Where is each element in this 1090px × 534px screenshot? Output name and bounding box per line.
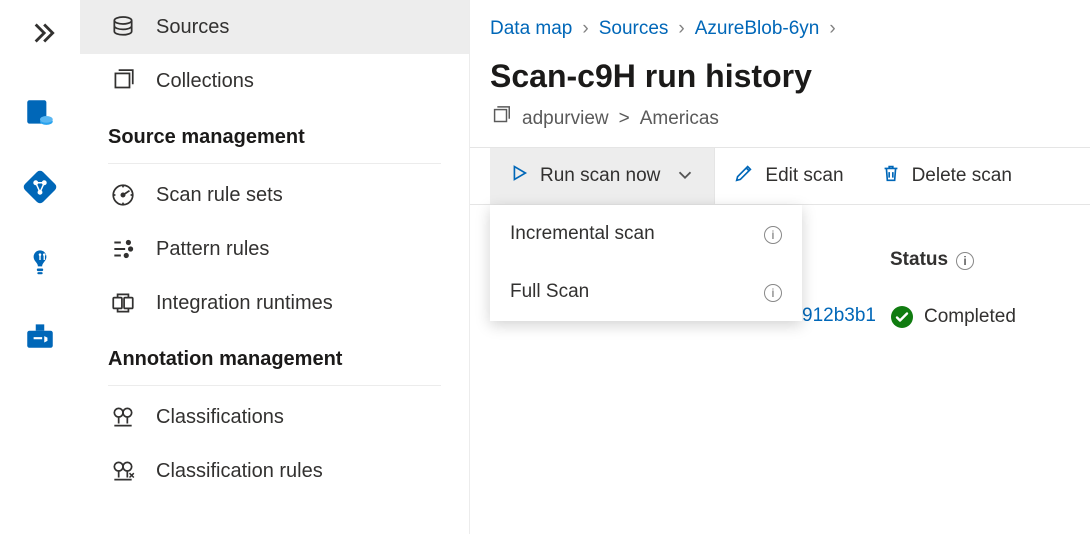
info-icon[interactable]: i: [764, 223, 782, 245]
sidebar-item-classification-rules[interactable]: Classification rules: [80, 444, 469, 498]
sidebar-label: Classifications: [156, 406, 284, 429]
menu-label: Full Scan: [510, 281, 589, 303]
sidebar-label: Classification rules: [156, 460, 323, 483]
sidebar-item-collections[interactable]: Collections: [80, 54, 469, 108]
sidebar-item-scan-rule-sets[interactable]: Scan rule sets: [80, 168, 469, 222]
play-icon: [508, 162, 530, 190]
status-cell: Completed: [890, 305, 1016, 329]
sidebar-item-classifications[interactable]: Classifications: [80, 390, 469, 444]
toolbar: Run scan now Edit scan Delete scan: [470, 147, 1090, 205]
trash-icon: [880, 162, 902, 190]
rail-map-icon[interactable]: [16, 163, 64, 211]
collections-icon: [490, 105, 512, 133]
sidebar-label: Pattern rules: [156, 238, 269, 261]
sidebar-label: Sources: [156, 16, 229, 39]
edit-scan-button[interactable]: Edit scan: [715, 148, 861, 204]
run-scan-menu: Incremental scan i Full Scan i: [490, 205, 802, 321]
page-title: Scan-c9H run history: [470, 48, 1090, 99]
breadcrumb-sources[interactable]: Sources: [599, 18, 669, 40]
sidebar-item-sources[interactable]: Sources: [80, 0, 469, 54]
rail-insights-icon[interactable]: [16, 237, 64, 285]
classifications-icon: [108, 404, 138, 430]
breadcrumb-data-map[interactable]: Data map: [490, 18, 572, 40]
main-panel: Data map › Sources › AzureBlob-6yn › Sca…: [470, 0, 1090, 534]
sidebar-item-integration-runtimes[interactable]: Integration runtimes: [80, 276, 469, 330]
chevron-right-icon: ›: [829, 18, 835, 40]
collection-path: adpurview > Americas: [470, 99, 1090, 147]
sidebar-section-annotation-management: Annotation management: [80, 330, 469, 381]
expand-rail-icon[interactable]: [30, 16, 64, 55]
left-rail: [0, 0, 80, 534]
scan-icon: [108, 182, 138, 208]
sidebar: Sources Collections Source management Sc…: [80, 0, 470, 534]
sidebar-label: Integration runtimes: [156, 292, 333, 315]
status-value: Completed: [924, 306, 1016, 328]
chevron-down-icon: [674, 164, 696, 189]
button-label: Edit scan: [765, 165, 843, 187]
menu-label: Incremental scan: [510, 223, 655, 245]
check-circle-icon: [890, 305, 914, 329]
menu-item-incremental-scan[interactable]: Incremental scan i: [490, 205, 802, 263]
chevron-right-icon: ›: [582, 18, 588, 40]
path-root: adpurview: [522, 108, 609, 130]
sidebar-section-source-management: Source management: [80, 108, 469, 159]
runtime-icon: [108, 290, 138, 316]
pattern-icon: [108, 236, 138, 262]
chevron-right-icon: ›: [678, 18, 684, 40]
database-icon: [108, 14, 138, 40]
button-label: Run scan now: [540, 165, 660, 187]
info-icon[interactable]: i: [956, 249, 974, 271]
breadcrumb: Data map › Sources › AzureBlob-6yn ›: [470, 0, 1090, 48]
sidebar-item-pattern-rules[interactable]: Pattern rules: [80, 222, 469, 276]
menu-item-full-scan[interactable]: Full Scan i: [490, 263, 802, 321]
chevron-right-icon: >: [619, 108, 630, 130]
classification-rules-icon: [108, 458, 138, 484]
status-column-header[interactable]: Status i: [890, 249, 974, 271]
collections-icon: [108, 68, 138, 94]
rail-data-icon[interactable]: [16, 89, 64, 137]
rail-manage-icon[interactable]: [16, 311, 64, 359]
button-label: Delete scan: [912, 165, 1012, 187]
content-body: Incremental scan i Full Scan i 912b3b1 S…: [470, 205, 1090, 534]
sidebar-label: Scan rule sets: [156, 184, 283, 207]
breadcrumb-azureblob[interactable]: AzureBlob-6yn: [695, 18, 820, 40]
sidebar-label: Collections: [156, 70, 254, 93]
run-id-link[interactable]: 912b3b1: [802, 305, 876, 327]
info-icon[interactable]: i: [764, 281, 782, 303]
header-label: Status: [890, 249, 948, 271]
delete-scan-button[interactable]: Delete scan: [862, 148, 1030, 204]
divider: [108, 385, 441, 386]
run-scan-now-button[interactable]: Run scan now: [490, 148, 715, 204]
path-leaf: Americas: [640, 108, 719, 130]
divider: [108, 163, 441, 164]
pencil-icon: [733, 162, 755, 190]
